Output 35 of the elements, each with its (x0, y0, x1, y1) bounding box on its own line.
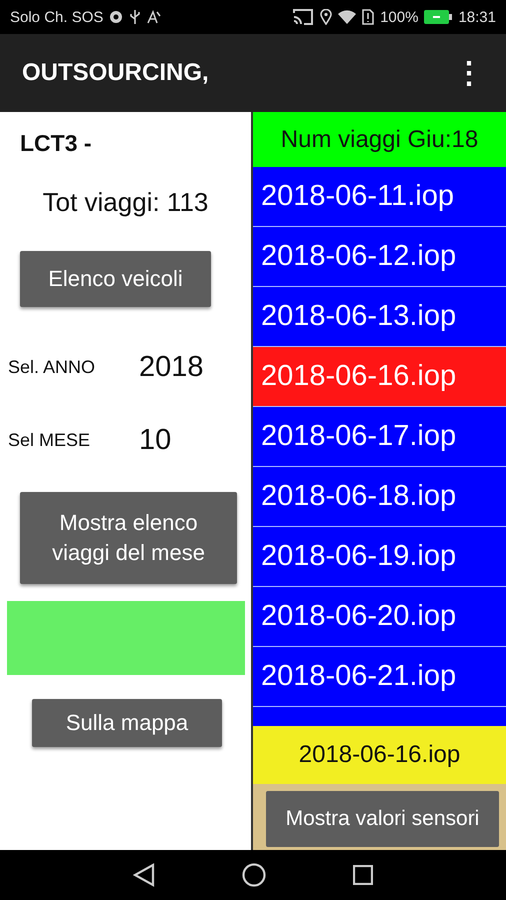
app-title: OUTSOURCING, (22, 59, 210, 87)
vehicle-title: LCT3 - (20, 130, 93, 157)
trip-file-item[interactable]: 2018-06-19.iop (253, 527, 506, 587)
month-label: Sel MESE (8, 430, 92, 451)
sim-icon (362, 9, 374, 25)
trip-file-item[interactable]: 2018-06-16.iop (253, 347, 506, 407)
trip-file-item[interactable]: 2018-06-18.iop (253, 467, 506, 527)
carrier-label: Solo Ch. SOS (10, 8, 104, 26)
trip-count-header: Num viaggi Giu:18 (253, 112, 506, 167)
clock: 18:31 (458, 8, 496, 26)
total-trips-label: Tot viaggi: 113 (42, 187, 210, 218)
trip-file-item[interactable]: 2018-06-12.iop (253, 227, 506, 287)
trip-file-item[interactable]: 2018-06-17.iop (253, 407, 506, 467)
battery-percent: 100% (380, 8, 418, 26)
back-icon[interactable] (133, 863, 156, 887)
battery-icon (424, 10, 452, 24)
trip-file-item[interactable]: 2018-06-20.iop (253, 587, 506, 647)
home-icon[interactable] (242, 863, 266, 887)
month-value[interactable]: 10 (139, 424, 172, 457)
trip-file-item[interactable]: 2018-06-21.iop (253, 647, 506, 707)
show-sensors-button[interactable]: Mostra valori sensori (266, 791, 499, 847)
cast-icon (292, 8, 314, 26)
selected-file-label: 2018-06-16.iop (253, 726, 506, 784)
trip-file-item[interactable]: 2018-06-11.iop (253, 167, 506, 227)
wifi-icon (338, 10, 356, 24)
recents-icon[interactable] (352, 865, 373, 885)
trip-file-item[interactable]: 2018-06-13.iop (253, 287, 506, 347)
overflow-menu-button[interactable]: ⋮ (450, 55, 488, 91)
vehicle-list-button[interactable]: Elenco veicoli (20, 251, 211, 307)
usb-icon (129, 9, 142, 25)
show-trips-button[interactable]: Mostra elenco viaggi del mese (20, 492, 237, 584)
map-button[interactable]: Sulla mappa (32, 699, 222, 747)
year-value[interactable]: 2018 (139, 351, 204, 384)
location-icon (320, 9, 332, 25)
year-label: Sel. ANNO (8, 357, 96, 378)
